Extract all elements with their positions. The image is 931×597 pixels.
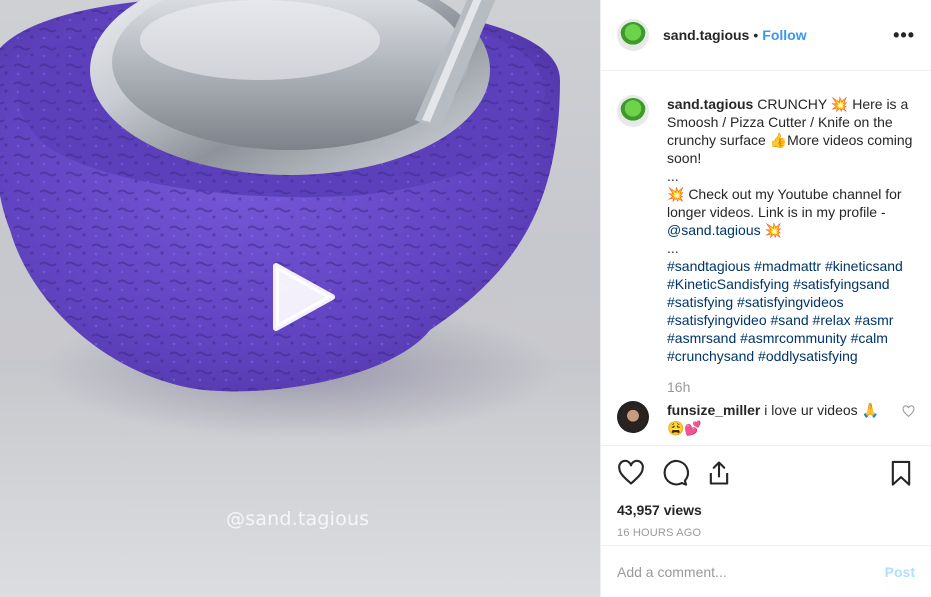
comment-username[interactable]: funsize_miller: [667, 402, 760, 418]
avatar[interactable]: [617, 95, 649, 127]
bookmark-icon[interactable]: [887, 459, 915, 487]
caption: sand.tagious CRUNCHY 💥 Here is a Smoosh …: [617, 95, 915, 365]
caption-ellipsis-2: ...: [667, 240, 679, 256]
comment-text: funsize_miller i love ur videos 🙏 😩💕: [667, 401, 897, 437]
avatar-image: [620, 98, 646, 124]
caption-mention-suffix: 💥: [760, 222, 782, 238]
caption-line-2-text: 💥 Check out my Youtube channel for longe…: [667, 186, 902, 220]
caption-line-2: 💥 Check out my Youtube channel for longe…: [667, 185, 915, 239]
avatar-image: [620, 404, 646, 430]
post-header: sand.tagious • Follow •••: [601, 0, 931, 71]
separator-dot: •: [753, 27, 759, 43]
caption-username[interactable]: sand.tagious: [667, 96, 753, 112]
action-icons-row: [617, 458, 915, 488]
post-modal: @sand.tagious sand.tagious • Follow ••• …: [0, 0, 931, 597]
caption-time-ago[interactable]: 16h: [667, 379, 915, 395]
post-sidebar: sand.tagious • Follow ••• sand.tagious C…: [600, 0, 931, 597]
more-options-icon[interactable]: •••: [893, 25, 915, 46]
caption-mention[interactable]: @sand.tagious: [667, 222, 761, 238]
comment-input[interactable]: [617, 563, 885, 580]
post-comment-button[interactable]: Post: [885, 564, 915, 580]
add-comment-bar: Post: [601, 545, 931, 597]
avatar[interactable]: [617, 401, 649, 433]
play-icon[interactable]: [268, 262, 338, 332]
caption-hashtags[interactable]: #sandtagious #madmattr #kineticsand #Kin…: [667, 257, 915, 365]
caption-ellipsis-1: ...: [667, 168, 679, 184]
comment-item: funsize_miller i love ur videos 🙏 😩💕: [617, 401, 915, 437]
video-player[interactable]: @sand.tagious: [0, 0, 600, 597]
avatar[interactable]: [617, 19, 649, 51]
avatar-image: [620, 22, 646, 48]
sand-bowl-image: [0, 0, 560, 392]
header-username[interactable]: sand.tagious: [663, 27, 749, 43]
view-count[interactable]: 43,957 views: [617, 502, 915, 518]
share-icon[interactable]: [705, 459, 733, 487]
post-date[interactable]: 16 HOURS AGO: [617, 527, 915, 539]
heart-icon[interactable]: [617, 459, 645, 487]
heart-icon[interactable]: [902, 405, 915, 418]
comments-section: sand.tagious CRUNCHY 💥 Here is a Smoosh …: [601, 71, 931, 445]
comment-icon[interactable]: [661, 459, 689, 487]
follow-button[interactable]: Follow: [762, 27, 806, 43]
caption-text: sand.tagious CRUNCHY 💥 Here is a Smoosh …: [667, 95, 915, 365]
video-watermark: @sand.tagious: [226, 508, 370, 530]
